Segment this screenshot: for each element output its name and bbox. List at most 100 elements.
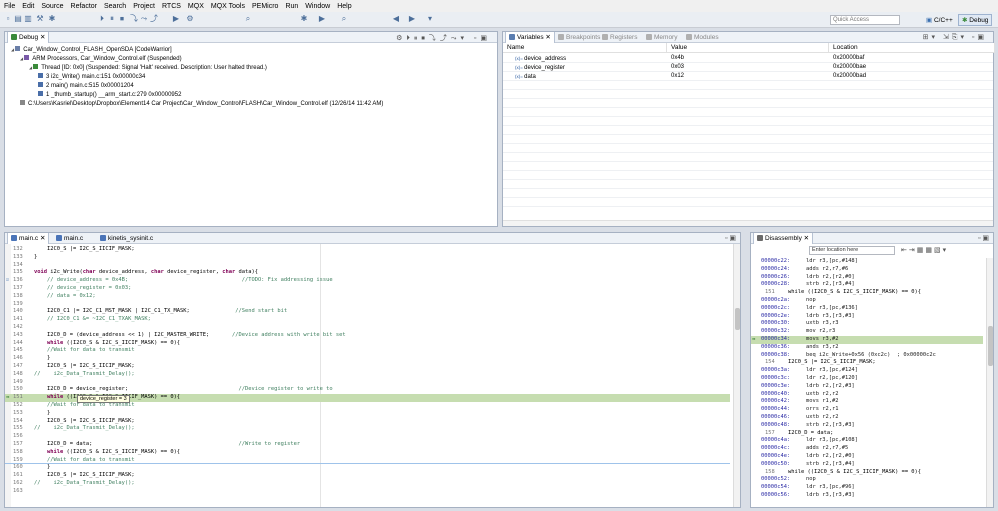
perspective-debug-button[interactable]: ✱ Debug: [958, 14, 993, 26]
disassembly-line[interactable]: 00000c26: ldrb r2,[r2,#0]: [751, 274, 983, 282]
code-line[interactable]: 153 }: [5, 410, 730, 418]
suspend-icon[interactable]: ⏸: [108, 15, 116, 23]
tab-variables[interactable]: Variables ✕: [505, 32, 555, 43]
menu-project[interactable]: Project: [133, 3, 155, 10]
disassembly-line[interactable]: 00000c2e: ldrb r3,[r3,#3]: [751, 313, 983, 321]
editor-vscroll[interactable]: [733, 244, 740, 507]
disassembly-line[interactable]: 00000c46: uxtb r2,r2: [751, 414, 983, 422]
editor-tab-2[interactable]: kinetis_sysinit.c: [97, 233, 156, 244]
code-line[interactable]: 146 }: [5, 355, 730, 363]
disassembly-line[interactable]: 00000c2c: ldr r3,[pc,#136]: [751, 305, 983, 313]
resume-icon[interactable]: ⏵: [98, 15, 106, 23]
external-tools-icon[interactable]: ⚙: [186, 15, 194, 23]
code-line[interactable]: 139: [5, 301, 730, 309]
code-line[interactable]: 141 // I2C0_C1 &= ~I2C_C1_TXAK_MASK;: [5, 316, 730, 324]
step-into-icon[interactable]: ⤵: [130, 15, 138, 23]
disassembly-line[interactable]: 00000c3e: ldrb r2,[r2,#3]: [751, 383, 983, 391]
code-line[interactable]: 147 I2C0_S |= I2C_S_IICIF_MASK;: [5, 363, 730, 371]
column-header-location[interactable]: Location: [829, 43, 995, 53]
close-icon[interactable]: ✕: [544, 34, 550, 41]
print-icon[interactable]: ▥: [24, 15, 32, 23]
menu-refactor[interactable]: Refactor: [71, 3, 97, 10]
menu-rtcs[interactable]: RTCS: [162, 3, 181, 10]
code-line[interactable]: 142: [5, 324, 730, 332]
debug-view-toolbar[interactable]: ⚙⏵⏸⏹⤵⤴⤳▾ ▫▣: [396, 33, 491, 43]
disassembly-line[interactable]: 00000c38: beq i2c_Write+0x56 (0xc2c) ; 0x…: [751, 352, 983, 360]
variable-name[interactable]: (x)= device_address: [515, 54, 566, 63]
debug-icon[interactable]: ✱: [48, 15, 56, 23]
code-line[interactable]: 133}: [5, 254, 730, 262]
tab-registers[interactable]: Registers: [599, 32, 640, 43]
disassembly-line[interactable]: 154 I2C0_S |= I2C_S_IICIF_MASK;: [751, 359, 983, 367]
code-line[interactable]: 163: [5, 488, 730, 496]
run-icon[interactable]: ▶: [172, 15, 180, 23]
debug-launch-icon[interactable]: ✱: [300, 15, 308, 23]
code-line[interactable]: 150 I2C0_D = device_register; //Device r…: [5, 386, 730, 394]
disassembly-line[interactable]: 00000c3c: ldr r2,[pc,#120]: [751, 375, 983, 383]
menu-pemicro[interactable]: PEMicro: [252, 3, 278, 10]
disassembly-line[interactable]: 00000c22: ldr r3,[pc,#148]: [751, 258, 983, 266]
new-icon[interactable]: ▫: [4, 15, 12, 23]
editor-scroll-thumb[interactable]: [735, 308, 740, 330]
code-area[interactable]: 132 I2C0_S |= I2C_S_IICIF_MASK; 133} 134 13…: [5, 246, 730, 507]
close-icon[interactable]: ✕: [40, 34, 45, 41]
code-line[interactable]: 149: [5, 379, 730, 387]
code-line[interactable]: 138 // data = 0x12;: [5, 293, 730, 301]
code-line[interactable]: 154 I2C0_S |= I2C_S_IICIF_MASK;: [5, 418, 730, 426]
disassembly-line[interactable]: 00000c3a: ldr r3,[pc,#124]: [751, 367, 983, 375]
disassembly-vscroll[interactable]: [986, 258, 993, 507]
close-icon[interactable]: ✕: [804, 235, 809, 242]
debug-tree-item[interactable]: 3 i2c_Write() main.c:151 0x00000c34: [38, 73, 145, 81]
location-input[interactable]: Enter location here: [809, 246, 895, 255]
disassembly-line[interactable]: 157 I2C0_D = data;: [751, 430, 983, 438]
disassembly-line[interactable]: 00000c28: strb r2,[r3,#4]: [751, 281, 983, 289]
disassembly-line[interactable]: 158 while ((I2C0_S & I2C_S_IICIF_MASK) =…: [751, 469, 983, 477]
code-line[interactable]: 134: [5, 262, 730, 270]
variable-value[interactable]: 0x4b: [671, 54, 684, 63]
code-line[interactable]: 161 I2C0_S |= I2C_S_IICIF_MASK;: [5, 472, 730, 480]
tab-modules[interactable]: Modules: [683, 32, 722, 43]
close-icon[interactable]: ✕: [38, 235, 45, 242]
back-icon[interactable]: ◀: [392, 15, 400, 23]
disassembly-line[interactable]: 00000c4a: ldr r3,[pc,#108]: [751, 437, 983, 445]
disassembly-line[interactable]: 00000c24: adds r2,r7,#6: [751, 266, 983, 274]
code-line[interactable]: 144 while ((I2C0_S & I2C_S_IICIF_MASK) =…: [5, 340, 730, 348]
code-line[interactable]: 143 I2C0_D = (device_address << 1) | I2C…: [5, 332, 730, 340]
variable-value[interactable]: 0x12: [671, 72, 684, 81]
menu-mqx-tools[interactable]: MQX Tools: [211, 3, 245, 10]
tab-disassembly[interactable]: Disassembly ✕: [753, 233, 814, 244]
disassembly-line[interactable]: 00000c42: movs r1,#2: [751, 398, 983, 406]
build-icon[interactable]: ⚒: [36, 15, 44, 23]
menu-edit[interactable]: Edit: [22, 3, 34, 10]
disassembly-scroll-thumb[interactable]: [988, 326, 993, 366]
disassembly-line[interactable]: 00000c34: movs r3,#2 ➡: [751, 336, 983, 344]
search-icon-2[interactable]: ⌕: [340, 15, 348, 23]
column-header-name[interactable]: Name: [503, 43, 667, 53]
debug-tree-item[interactable]: 2 main() main.c:515 0x00001204: [38, 82, 134, 90]
menu-source[interactable]: Source: [41, 3, 63, 10]
debug-tree-item[interactable]: ◢ ARM Processors, Car_Window_Control.elf…: [20, 55, 182, 63]
disassembly-toolbar[interactable]: ⇤⇥▦▦▧▾: [901, 246, 948, 254]
variable-name[interactable]: (x)= data: [515, 72, 536, 81]
editor-tab-1[interactable]: main.c: [53, 233, 86, 244]
code-line[interactable]: 160 }: [5, 464, 730, 472]
debug-tree-item[interactable]: 1 _thumb_startup() __arm_start.c:279 0x0…: [38, 91, 181, 99]
code-line[interactable]: 159 //Wait for data to transmit: [5, 457, 730, 465]
disassembly-line[interactable]: 00000c4e: ldrb r2,[r2,#0]: [751, 453, 983, 461]
disassembly-line[interactable]: 00000c54: ldr r3,[pc,#96]: [751, 484, 983, 492]
forward-icon[interactable]: ▶: [408, 15, 416, 23]
code-line[interactable]: 156: [5, 433, 730, 441]
menu-run[interactable]: Run: [285, 3, 298, 10]
disassembly-line[interactable]: 00000c48: strb r2,[r3,#3]: [751, 422, 983, 430]
code-line[interactable]: 137 // device_register = 0x03;: [5, 285, 730, 293]
menu-window[interactable]: Window: [305, 3, 330, 10]
code-line[interactable]: 157 I2C0_D = data; //Write to register: [5, 441, 730, 449]
step-return-icon[interactable]: ⤴: [150, 15, 158, 23]
code-line[interactable]: 155 // i2c_Data_Trasmit_Delay();: [5, 425, 730, 433]
variable-name[interactable]: (x)= device_register: [515, 63, 565, 72]
tab-debug[interactable]: Debug ✕: [7, 32, 50, 43]
tab-memory[interactable]: Memory: [643, 32, 680, 43]
code-line[interactable]: 148 // i2c_Data_Trasmit_Delay();: [5, 371, 730, 379]
editor-tab-0[interactable]: main.c ✕: [7, 233, 50, 244]
code-line[interactable]: 132 I2C0_S |= I2C_S_IICIF_MASK;: [5, 246, 730, 254]
